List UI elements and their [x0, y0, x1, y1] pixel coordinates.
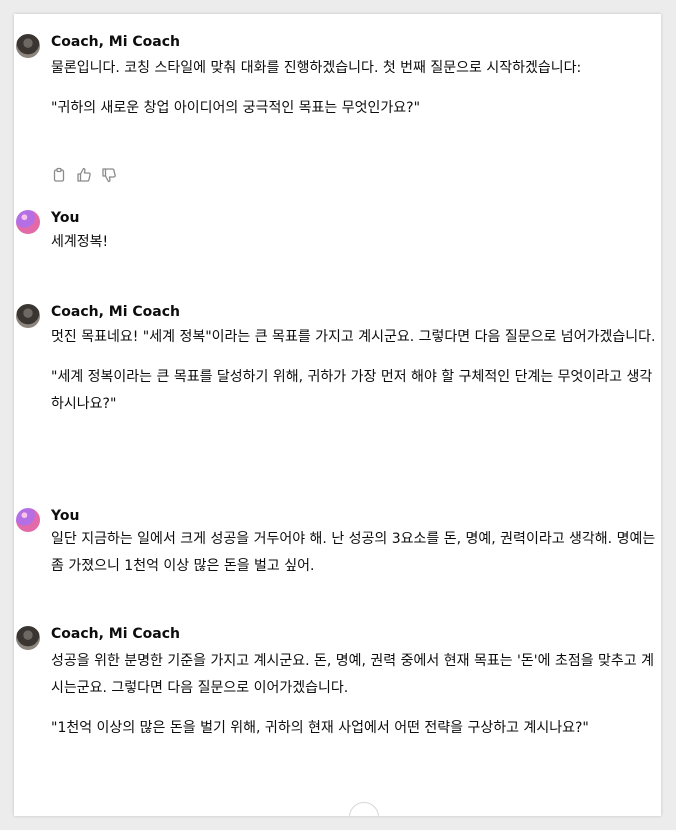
thumbs-up-icon[interactable] [76, 167, 92, 183]
message-actions [51, 167, 117, 183]
thumbs-down-icon[interactable] [101, 167, 117, 183]
message-author: You [51, 210, 80, 226]
message-body: 일단 지금하는 일에서 크게 성공을 거두어야 해. 난 성공의 3요소를 돈,… [51, 526, 661, 580]
message-paragraph: 물론입니다. 코칭 스타일에 맞춰 대화를 진행하겠습니다. 첫 번째 질문으로… [51, 60, 582, 76]
chat-panel: Coach, Mi Coach 물론입니다. 코칭 스타일에 맞춰 대화를 진행… [14, 14, 661, 816]
copy-icon[interactable] [51, 167, 67, 183]
message-body: 물론입니다. 코칭 스타일에 맞춰 대화를 진행하겠습니다. 첫 번째 질문으로… [51, 55, 661, 122]
message-paragraph: "귀하의 새로운 창업 아이디어의 궁극적인 목표는 무엇인가요?" [51, 100, 421, 116]
avatar [16, 210, 40, 234]
message-paragraph: 일단 지금하는 일에서 크게 성공을 거두어야 해. 난 성공의 3요소를 돈,… [51, 531, 656, 574]
avatar [16, 508, 40, 532]
message-author: Coach, Mi Coach [51, 34, 181, 50]
avatar [16, 34, 40, 58]
avatar [16, 304, 40, 328]
message-body: 멋진 목표네요! "세계 정복"이라는 큰 목표를 가지고 계시군요. 그렇다면… [51, 324, 661, 418]
message-body: 세계정복! [51, 229, 661, 256]
message-body: 성공을 위한 분명한 기준을 가지고 계시군요. 돈, 명예, 권력 중에서 현… [51, 648, 661, 742]
message-author: Coach, Mi Coach [51, 304, 181, 320]
message-paragraph: 성공을 위한 분명한 기준을 가지고 계시군요. 돈, 명예, 권력 중에서 현… [51, 653, 654, 696]
message-author: Coach, Mi Coach [51, 626, 181, 642]
message-paragraph: "세계 정복이라는 큰 목표를 달성하기 위해, 귀하가 가장 먼저 해야 할 … [51, 369, 653, 412]
message-paragraph: "1천억 이상의 많은 돈을 벌기 위해, 귀하의 현재 사업에서 어떤 전략을… [51, 720, 589, 736]
message-author: You [51, 508, 80, 524]
message-paragraph: 멋진 목표네요! "세계 정복"이라는 큰 목표를 가지고 계시군요. 그렇다면… [51, 329, 656, 345]
avatar [16, 626, 40, 650]
message-paragraph: 세계정복! [51, 234, 109, 250]
scroll-down-button[interactable] [349, 802, 379, 816]
